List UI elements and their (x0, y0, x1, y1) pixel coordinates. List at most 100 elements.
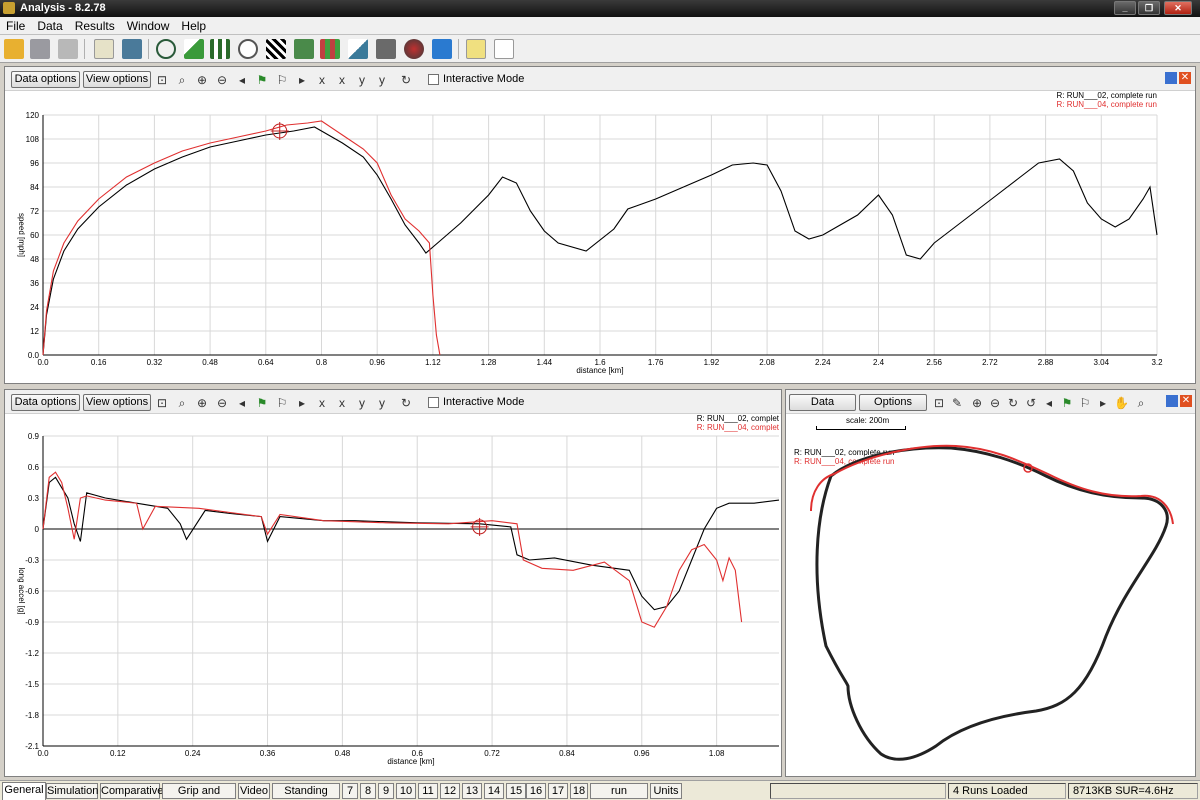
data-options-button[interactable]: Data options (11, 394, 80, 411)
line-graph-icon[interactable] (184, 39, 204, 59)
menu-window[interactable]: Window (121, 17, 176, 33)
refresh-icon[interactable]: ↻ (399, 396, 413, 410)
menu-results[interactable]: Results (69, 17, 121, 33)
refresh-icon[interactable]: ↻ (399, 73, 413, 87)
notes-icon[interactable] (94, 39, 114, 59)
move-icon[interactable] (1165, 72, 1177, 84)
zoom-out-icon[interactable]: ⊖ (988, 396, 1002, 410)
close-panel-icon[interactable]: ✕ (1179, 72, 1191, 84)
xy-plot-icon[interactable] (348, 39, 368, 59)
view-options-button[interactable]: View options (83, 394, 151, 411)
map-data-button[interactable]: Data (789, 394, 856, 411)
open-folder-icon[interactable] (4, 39, 24, 59)
tab-11[interactable]: 11 (418, 783, 438, 799)
menu-file[interactable]: File (0, 17, 31, 33)
zoom-fit-icon[interactable]: ⊡ (932, 396, 946, 410)
pan-hand-icon[interactable]: ✋ (1114, 396, 1129, 410)
tab-14[interactable]: 14 (484, 783, 504, 799)
previous-icon[interactable]: ◂ (1042, 396, 1056, 410)
y-zoom-in-icon[interactable]: y (355, 73, 369, 87)
y-zoom-in-icon[interactable]: y (355, 396, 369, 410)
menu-data[interactable]: Data (31, 17, 68, 33)
tab-12[interactable]: 12 (440, 783, 460, 799)
tab-general[interactable]: General (2, 782, 46, 800)
play-icon[interactable] (432, 39, 452, 59)
data-options-button[interactable]: Data options (11, 71, 80, 88)
tab-grip-and-power[interactable]: Grip and Power (162, 783, 236, 800)
stopwatch-icon[interactable] (238, 39, 258, 59)
track-map[interactable] (786, 416, 1195, 776)
zoom-in-icon[interactable]: ⊕ (970, 396, 984, 410)
speed-chart[interactable]: 0.0 0.16 0.32 0.48 0.64 0.8 0.96 1.12 1.28 1.44 1.… (5, 93, 1195, 383)
help-icon[interactable] (466, 39, 486, 59)
x-zoom-in-icon[interactable]: x (315, 73, 329, 87)
tab-18[interactable]: 18 (570, 783, 588, 799)
previous-icon[interactable]: ◂ (235, 73, 249, 87)
track-map-icon[interactable] (156, 39, 176, 59)
zoom-area-icon[interactable]: ⌕ (175, 396, 189, 410)
flag-icon[interactable]: ⚐ (275, 73, 289, 87)
x-tick-label: 1.08 (709, 749, 725, 758)
zoom-fit-icon[interactable]: ⊡ (155, 396, 169, 410)
gauge-icon[interactable] (404, 39, 424, 59)
bar-chart-icon[interactable] (210, 39, 230, 59)
move-icon[interactable] (1166, 395, 1178, 407)
tab-comparative[interactable]: Comparative (100, 783, 163, 799)
go-flag-icon[interactable]: ⚑ (255, 396, 269, 410)
zoom-out-icon[interactable]: ⊖ (215, 396, 229, 410)
x-zoom-out-icon[interactable]: x (335, 73, 349, 87)
close-button[interactable]: ✕ (1164, 1, 1192, 15)
tab-standing-start[interactable]: Standing start (272, 783, 340, 800)
view-options-button[interactable]: View options (83, 71, 151, 88)
histogram-icon[interactable] (320, 39, 340, 59)
zoom-in-icon[interactable]: ⊕ (195, 396, 209, 410)
tab-16[interactable]: 16 (526, 783, 546, 799)
tab-17[interactable]: 17 (548, 783, 568, 799)
tab-15[interactable]: 15 (506, 783, 526, 799)
math-channel-icon[interactable] (294, 39, 314, 59)
tab-units[interactable]: Units (650, 783, 682, 799)
minimize-button[interactable]: _ (1114, 1, 1136, 15)
y-zoom-out-icon[interactable]: y (375, 396, 389, 410)
flag-icon[interactable]: ⚐ (1078, 396, 1092, 410)
next-icon[interactable]: ▸ (1096, 396, 1110, 410)
search-icon[interactable]: ⌕ (1134, 396, 1148, 410)
interactive-mode-checkbox[interactable] (428, 74, 439, 85)
tab-run-manager[interactable]: run manager (590, 783, 648, 800)
zoom-fit-icon[interactable]: ⊡ (155, 73, 169, 87)
go-flag-icon[interactable]: ⚑ (255, 73, 269, 87)
flag-icon[interactable]: ⚐ (275, 396, 289, 410)
close-panel-icon[interactable]: ✕ (1180, 395, 1192, 407)
whats-this-icon[interactable] (494, 39, 514, 59)
tab-video[interactable]: Video (238, 783, 270, 799)
tab-7[interactable]: 7 (342, 783, 358, 799)
database-icon[interactable] (30, 39, 50, 59)
tab-8[interactable]: 8 (360, 783, 376, 799)
x-zoom-in-icon[interactable]: x (315, 396, 329, 410)
y-zoom-out-icon[interactable]: y (375, 73, 389, 87)
map-options-button[interactable]: Options (859, 394, 927, 411)
export-icon[interactable] (122, 39, 142, 59)
zoom-out-icon[interactable]: ⊖ (215, 73, 229, 87)
next-icon[interactable]: ▸ (295, 73, 309, 87)
interactive-mode-checkbox[interactable] (428, 397, 439, 408)
accel-chart[interactable]: 0.0 0.12 0.24 0.36 0.48 0.6 0.72 0.84 0.96 1.08 0.… (5, 416, 781, 776)
previous-icon[interactable]: ◂ (235, 396, 249, 410)
edit-icon[interactable]: ✎ (950, 396, 964, 410)
zoom-area-icon[interactable]: ⌕ (175, 73, 189, 87)
rotate-cw-icon[interactable]: ↻ (1006, 396, 1020, 410)
menu-help[interactable]: Help (175, 17, 212, 33)
x-zoom-out-icon[interactable]: x (335, 396, 349, 410)
tab-9[interactable]: 9 (378, 783, 394, 799)
go-flag-icon[interactable]: ⚑ (1060, 396, 1074, 410)
tab-simulation[interactable]: Simulation (46, 783, 98, 799)
tab-10[interactable]: 10 (396, 783, 416, 799)
checkered-flag-icon[interactable] (266, 39, 286, 59)
print-icon[interactable] (58, 39, 78, 59)
video-icon[interactable] (376, 39, 396, 59)
zoom-in-icon[interactable]: ⊕ (195, 73, 209, 87)
next-icon[interactable]: ▸ (295, 396, 309, 410)
rotate-ccw-icon[interactable]: ↺ (1024, 396, 1038, 410)
restore-button[interactable]: ❐ (1138, 1, 1160, 15)
tab-13[interactable]: 13 (462, 783, 482, 799)
